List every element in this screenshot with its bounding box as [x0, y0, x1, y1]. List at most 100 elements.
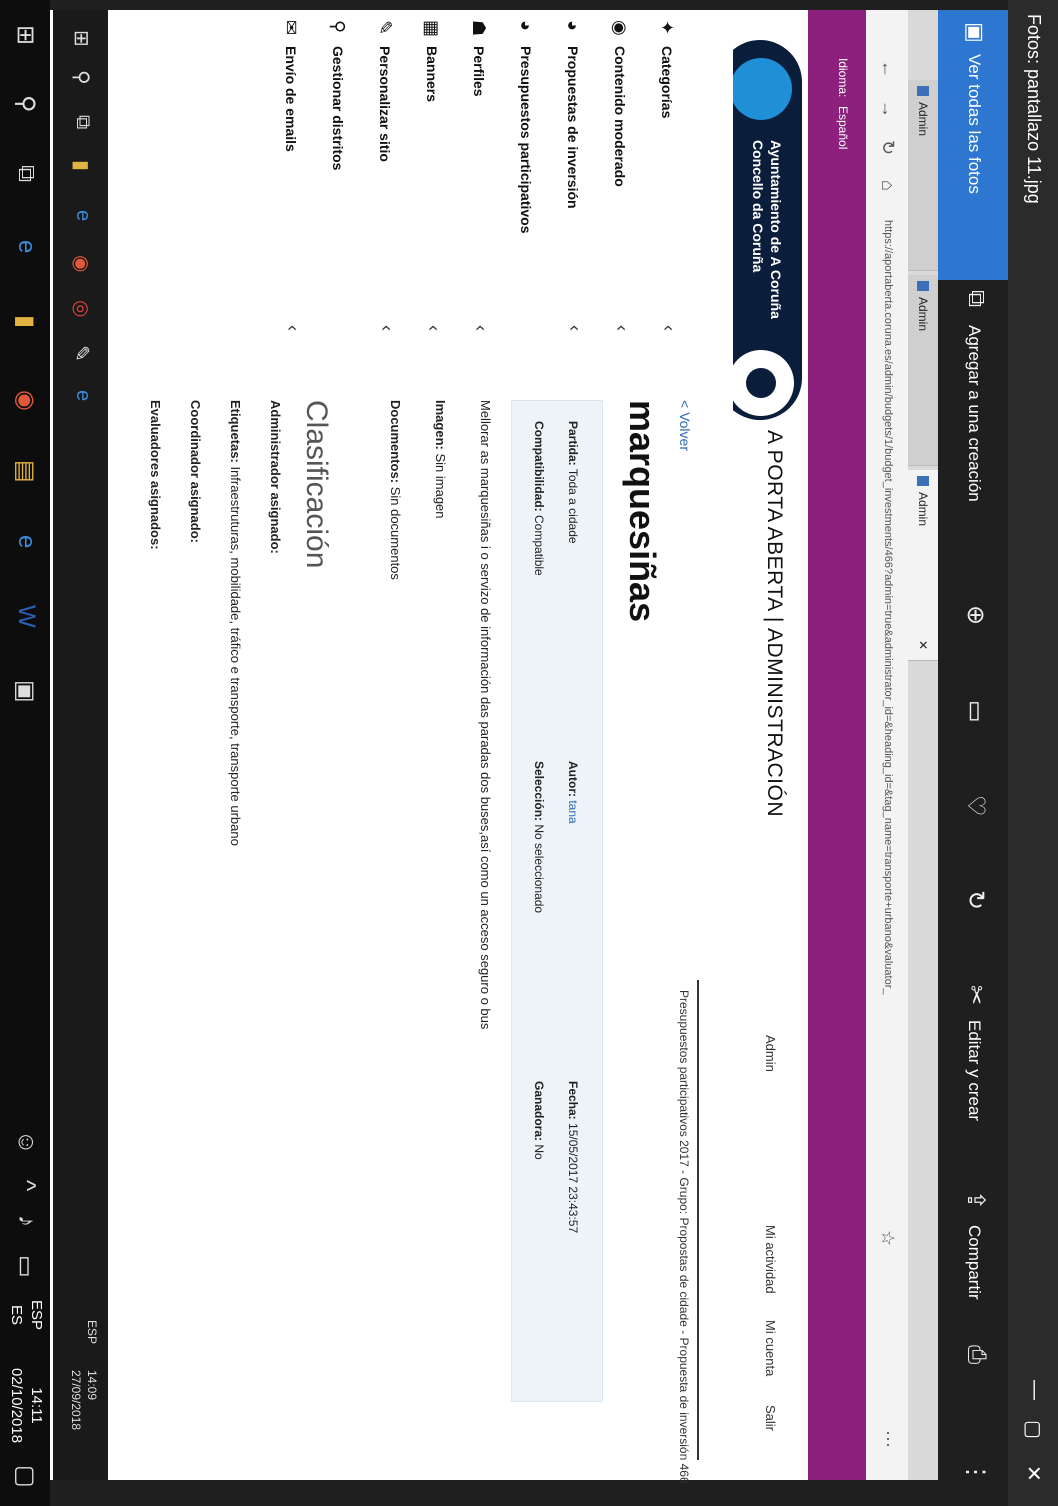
- investment-info-box: Partida: Toda a cidade Autor: tana Fecha…: [511, 400, 603, 1402]
- author-link[interactable]: tana: [566, 800, 580, 823]
- sidebar-item-personalizar[interactable]: ✎ Personalizar sitio ‹: [361, 20, 401, 360]
- language-select[interactable]: Español: [836, 106, 850, 149]
- sidebar-item-distritos[interactable]: ⚲ Gestionar distritos: [314, 20, 354, 360]
- sidebar-item-categorias[interactable]: ✦ Categorías ‹: [643, 20, 683, 360]
- share-button[interactable]: Compartir: [964, 1225, 984, 1300]
- chevron-icon: ‹: [612, 325, 632, 331]
- browser-more-icon[interactable]: ⋯: [877, 1430, 898, 1448]
- account-link[interactable]: Mi cuenta: [763, 1320, 778, 1376]
- back-icon[interactable]: ←: [877, 60, 898, 78]
- add-to-creation-button[interactable]: Agregar a una creación: [964, 325, 984, 502]
- browser-tab[interactable]: Admin: [908, 80, 938, 271]
- notifications-icon[interactable]: ▢: [11, 1465, 40, 1488]
- chevron-icon: ‹: [283, 325, 303, 331]
- fecha-info: Fecha: 15/05/2017 23:43:57: [566, 1081, 580, 1234]
- sidebar-item-label: Banners: [424, 46, 440, 103]
- more-icon[interactable]: ⋮: [961, 1460, 990, 1484]
- zoom-icon[interactable]: ⊕: [961, 605, 990, 625]
- admin-assigned-field: Administrador asignado:: [268, 400, 283, 554]
- search-icon[interactable]: ⚲: [11, 95, 40, 113]
- documentos-field: Documentos: Sin documentos: [388, 400, 403, 580]
- page-title: marquesiñas: [622, 400, 663, 623]
- sidebar-item-presupuestos[interactable]: ◕ Presupuestos participativos: [502, 20, 542, 360]
- edit-create-button[interactable]: Editar y crear: [964, 1020, 984, 1121]
- people-icon[interactable]: ☺: [12, 1130, 40, 1155]
- chrome-icon[interactable]: ◉: [11, 390, 40, 411]
- page-icon: [917, 476, 929, 486]
- clock[interactable]: 14:11 02/10/2018: [6, 1368, 46, 1443]
- site-title: A PORTA ABERTA | ADMINISTRACIÓN: [763, 430, 786, 817]
- sidebar-item-contenido[interactable]: ◉ Contenido moderado ‹: [596, 20, 636, 360]
- maximize-button[interactable]: ▢: [1021, 1420, 1046, 1439]
- home-icon[interactable]: ⌂: [877, 180, 898, 191]
- main-content: < Volver Presupuestos participativos 201…: [108, 380, 733, 1484]
- sidebar-item-label: Categorías: [659, 46, 675, 119]
- file-explorer-icon[interactable]: ▮: [11, 315, 40, 328]
- lang-indicator[interactable]: ESP ES: [6, 1300, 46, 1330]
- back-link[interactable]: < Volver: [677, 400, 693, 451]
- ganadora-info: Ganadora: No: [532, 1081, 546, 1160]
- ie-icon[interactable]: e: [12, 535, 40, 548]
- page-icon: [917, 281, 929, 291]
- breadcrumb: Presupuestos participativos 2017 - Grupo…: [677, 990, 691, 1484]
- rotate-icon[interactable]: ↻: [961, 890, 990, 910]
- inner-chrome-icon: ◉: [70, 255, 92, 273]
- see-all-photos-button[interactable]: ▣ Ver todas las fotos: [938, 10, 1008, 280]
- sidebar-item-propuestas[interactable]: ◕ Propuestas de inversión ‹: [549, 20, 589, 360]
- favorite-icon[interactable]: ♡: [961, 795, 990, 817]
- slideshow-icon[interactable]: ▭: [961, 700, 990, 723]
- close-button[interactable]: ✕: [1021, 1465, 1046, 1482]
- pencil-icon: ✎: [375, 20, 395, 36]
- folder-icon[interactable]: ▤: [11, 460, 40, 483]
- photos-toolbar: ▣ Ver todas las fotos ⧉ Agregar a una cr…: [938, 0, 1008, 1506]
- activity-link[interactable]: Mi actividad: [763, 1225, 778, 1294]
- network-icon[interactable]: ▭: [11, 1255, 40, 1278]
- city-seal-icon: [730, 58, 792, 120]
- sidebar-item-perfiles[interactable]: ☗ Perfiles ‹: [455, 20, 495, 360]
- add-creation-icon[interactable]: ⧉: [962, 290, 990, 307]
- inner-folder-icon: ▮: [70, 160, 92, 172]
- inner-start-icon: ⊞: [70, 30, 92, 47]
- share-icon[interactable]: ⇪: [961, 1190, 990, 1210]
- taskview-icon[interactable]: ⧉: [12, 165, 40, 182]
- sidebar-item-label: Propuestas de inversión: [565, 46, 581, 209]
- photos-icon: ▣: [963, 22, 988, 43]
- edge-icon[interactable]: e: [12, 240, 40, 253]
- desktop-taskbar: ⊞ ⚲ ⧉ e ▮ ◉ ▤ e W ▣ ☺ ^ ♪ ▭ ESP ES 14:11 0…: [0, 0, 50, 1506]
- url-field[interactable]: https://aportaberta.coruna.es/admin/budg…: [882, 220, 894, 995]
- edit-icon[interactable]: ✂: [961, 985, 990, 1005]
- word-icon[interactable]: W: [12, 605, 40, 628]
- inner-lang: ESP: [85, 1320, 99, 1345]
- photos-app-window: Fotos: pantallazo 11.jpg — ▢ ✕ ▣ Ver tod…: [0, 0, 1058, 1506]
- inner-taskbar: ⊞ ⚲ ⧉ ▮ e ◉ ◎ ✎ e ESP 14:09 27/09/2018: [53, 10, 108, 1480]
- admin-link[interactable]: Admin: [763, 1035, 778, 1072]
- tray-chevron-icon[interactable]: ^: [12, 1180, 40, 1191]
- compat-info: Compatibilidad: Compatible: [532, 421, 546, 576]
- language-bar: Idioma: Español: [808, 10, 866, 1480]
- refresh-icon[interactable]: ↻: [877, 140, 898, 155]
- tab-label: Admin: [916, 297, 930, 332]
- eye-icon: ◉: [610, 20, 630, 36]
- start-icon[interactable]: ⊞: [11, 25, 40, 45]
- sidebar-item-banners[interactable]: ▦ Banners ‹: [408, 20, 448, 360]
- browser-tab-active[interactable]: Admin ✕: [908, 470, 938, 661]
- inner-time: 14:09: [85, 1370, 99, 1401]
- close-tab-icon[interactable]: ✕: [916, 640, 930, 650]
- sidebar-item-label: Presupuestos participativos: [518, 46, 534, 234]
- tab-label: Admin: [916, 492, 930, 527]
- browser-tab[interactable]: Admin: [908, 275, 938, 466]
- users-icon: ☗: [469, 20, 489, 37]
- window-title: Fotos: pantallazo 11.jpg: [1024, 14, 1044, 204]
- minimize-button[interactable]: —: [1023, 1380, 1046, 1400]
- admin-sidebar: ✦ Categorías ‹ ◉ Contenido moderado ‹ ◕ …: [48, 10, 733, 380]
- print-icon[interactable]: ⎙: [962, 1345, 990, 1364]
- forward-icon[interactable]: →: [877, 100, 898, 118]
- logout-link[interactable]: Salir: [763, 1405, 778, 1431]
- photos-taskbar-icon[interactable]: ▣: [11, 680, 40, 703]
- browser-tabs: Admin Admin Admin ✕: [908, 10, 938, 1480]
- valuators-field: Evaluadores asignados:: [148, 400, 163, 550]
- sidebar-item-emails[interactable]: ✉ Envío de emails ‹: [267, 20, 307, 360]
- star-icon[interactable]: ☆: [877, 1230, 898, 1246]
- volume-icon[interactable]: ♪: [12, 1215, 40, 1227]
- org-line2: Concello da Coruña: [750, 140, 766, 273]
